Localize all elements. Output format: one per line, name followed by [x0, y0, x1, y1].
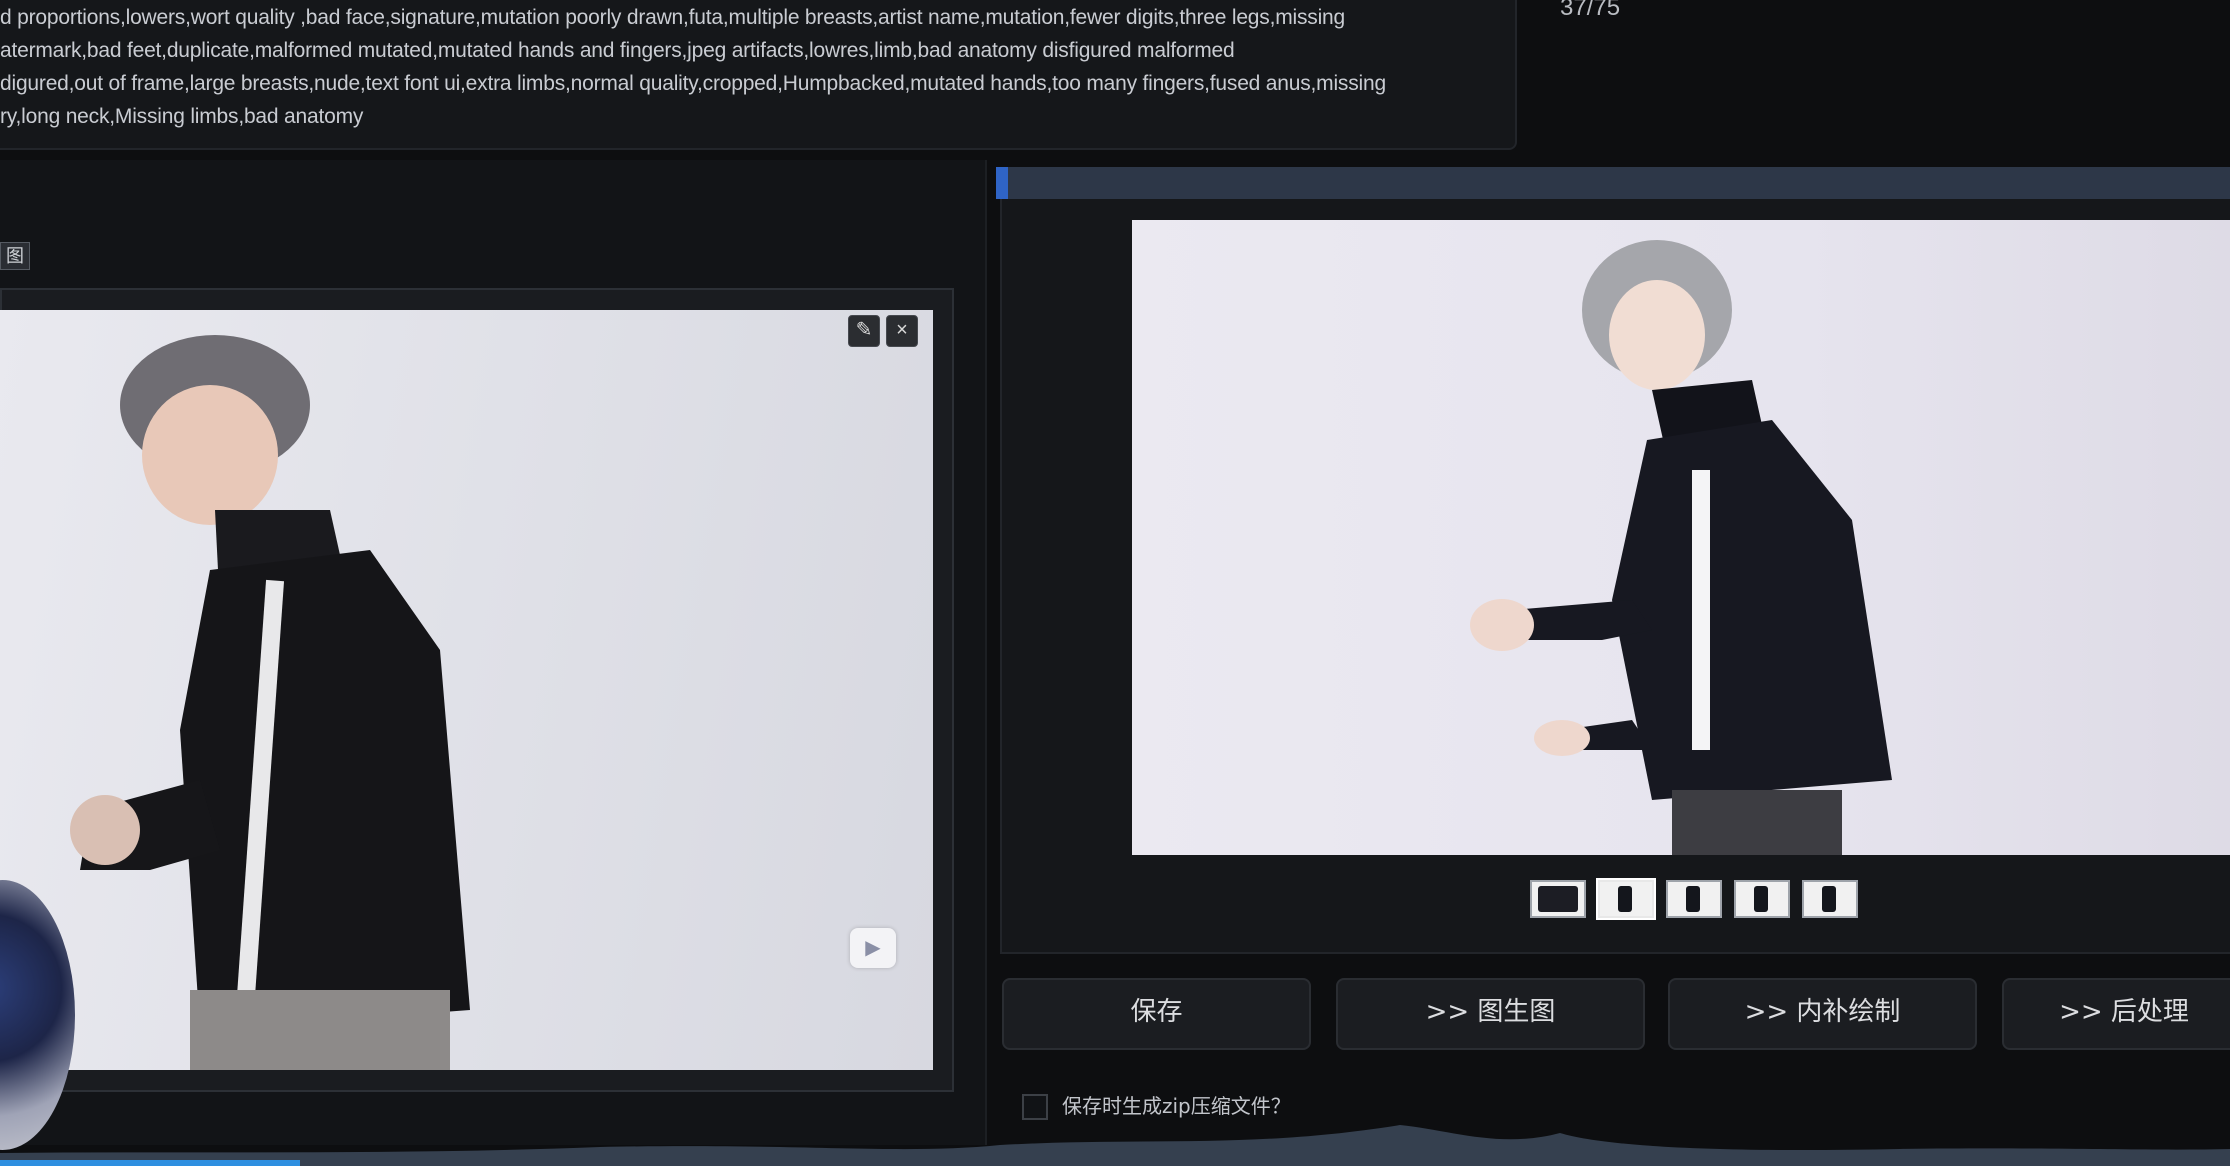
zip-label: 保存时生成zip压缩文件？	[1062, 1094, 1291, 1118]
pencil-icon: ✎	[855, 319, 873, 341]
save-button[interactable]: 保存	[1002, 978, 1311, 1050]
negative-prompt-line: d proportions,lowers,wort quality ,bad f…	[0, 6, 1345, 29]
zip-checkbox[interactable]	[1022, 1094, 1048, 1120]
result-anime-figure	[1470, 240, 1892, 855]
clear-image-button[interactable]: ×	[886, 315, 918, 347]
negative-prompt-line: ry,long neck,Missing limbs,bad anatomy	[0, 105, 364, 128]
progress-count: 37/75	[1560, 0, 1621, 21]
camera-icon: ▶	[865, 937, 881, 959]
gallery-thumbnail[interactable]	[1734, 880, 1790, 918]
gallery-thumbnail[interactable]	[1666, 880, 1722, 918]
send-to-inpaint-button[interactable]: >> 内补绘制	[1668, 978, 1977, 1050]
audio-waveform	[0, 1125, 2230, 1166]
progress-bar	[996, 167, 2230, 199]
input-image[interactable]: ✎ ×	[0, 310, 933, 1070]
negative-prompt-line: atermark,bad feet,duplicate,malformed mu…	[0, 39, 1235, 62]
close-icon: ×	[896, 319, 908, 341]
edit-image-button[interactable]: ✎	[848, 315, 880, 347]
negative-prompt-line: digured,out of frame,large breasts,nude,…	[0, 72, 1386, 95]
video-scrub-progress[interactable]	[0, 1160, 300, 1166]
gallery-thumbnail[interactable]	[1598, 880, 1654, 918]
send-to-extras-button[interactable]: >> 后处理	[2002, 978, 2230, 1050]
send-to-img2img-button[interactable]: >> 图生图	[1336, 978, 1645, 1050]
webcam-button[interactable]: ▶	[850, 928, 896, 968]
gallery-thumbnail-grid[interactable]	[1530, 880, 1586, 918]
result-image[interactable]	[1132, 220, 2230, 855]
image-tab-label[interactable]: 图	[0, 242, 30, 270]
gallery-thumbnail[interactable]	[1802, 880, 1858, 918]
input-photo-figure	[70, 335, 470, 1070]
progress-fill	[996, 167, 1008, 199]
negative-prompt-textarea[interactable]: d proportions,lowers,wort quality ,bad f…	[0, 0, 1517, 150]
